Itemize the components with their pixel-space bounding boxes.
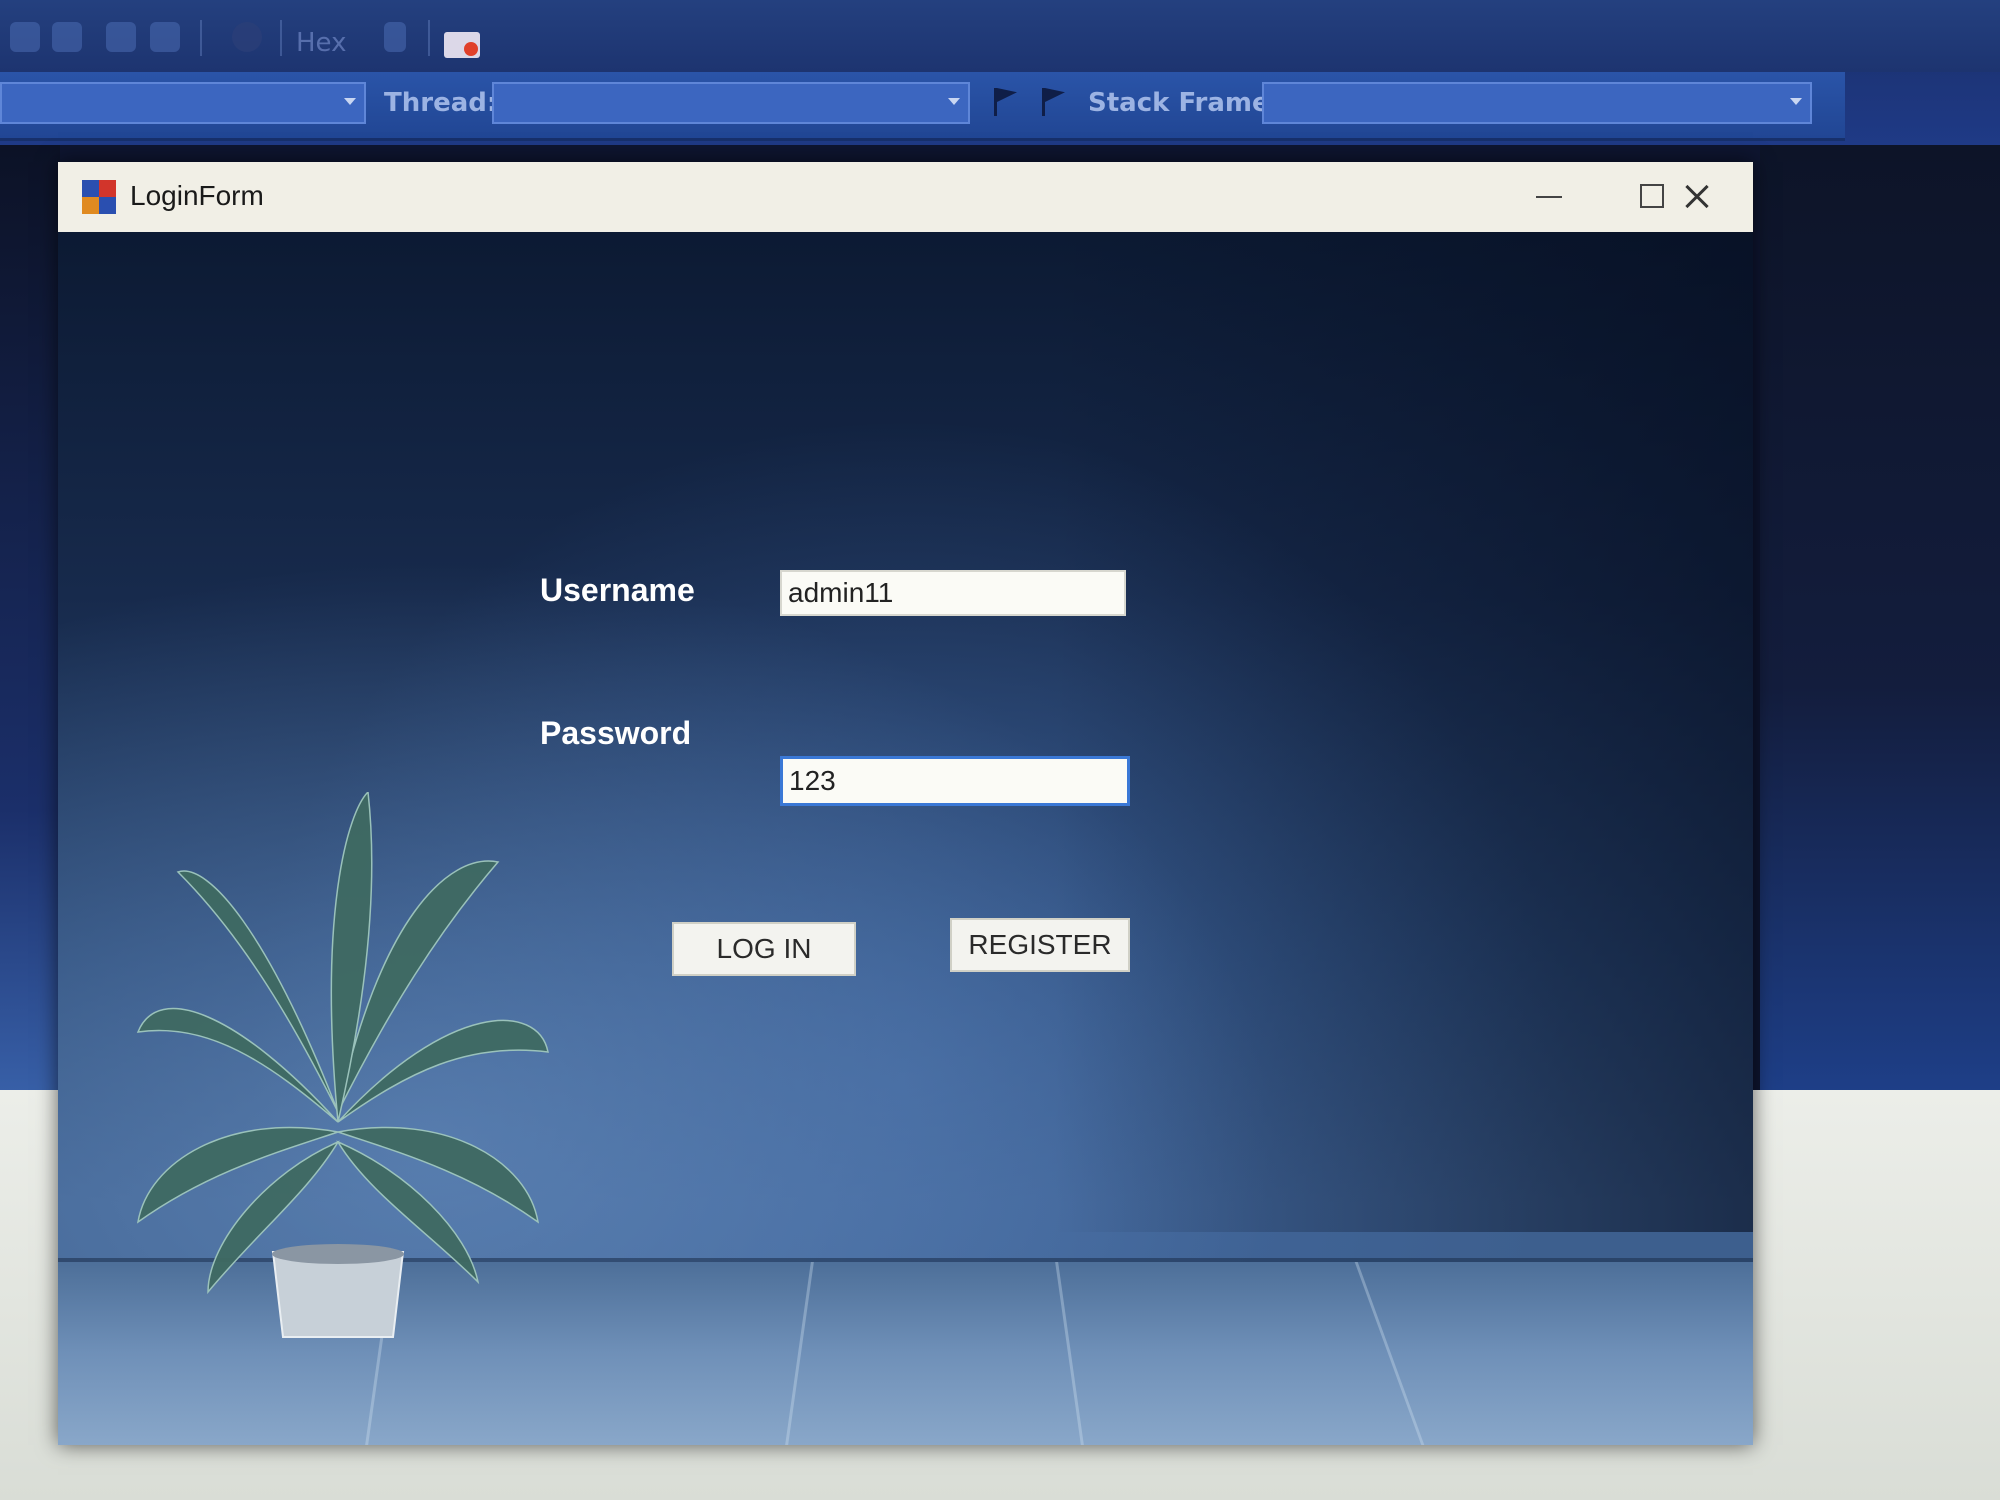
stack-frame-dropdown[interactable] [1262,82,1812,124]
background-shadow [1053,232,1753,1232]
window-title: LoginForm [130,180,264,211]
toolbar-separator [280,20,282,56]
stack-frame-label: Stack Frame: [1088,88,1281,118]
flags-icon[interactable] [1038,84,1068,118]
minimize-button[interactable] [1518,170,1578,222]
username-label: Username [540,572,695,608]
login-form-window: LoginForm Username admin11 Password 123 … [58,162,1753,1445]
ide-background-left [0,145,60,1095]
potted-plant-image [136,792,549,1338]
show-next-statement-icon[interactable] [384,22,406,52]
thread-dropdown[interactable] [492,82,970,124]
screenshot-icon[interactable] [444,32,480,58]
close-button[interactable] [1666,170,1726,222]
step-into-icon[interactable] [106,22,136,52]
toolbar-separator [428,20,430,56]
password-label: Password [540,715,692,751]
step-over-icon[interactable] [150,22,180,52]
breakpoint-icon[interactable] [232,22,262,52]
window-titlebar[interactable]: LoginForm [58,162,1753,233]
username-input[interactable] [780,570,1126,616]
thread-label: Thread: [384,88,498,118]
redo-icon[interactable] [52,22,82,52]
password-input[interactable] [780,756,1130,806]
undo-icon[interactable] [10,22,40,52]
chevron-down-icon [1790,98,1802,105]
chevron-down-icon [344,98,356,105]
ide-toolbar-row-debug: Hex [0,0,2000,72]
ide-toolbar-area: Hex Thread: Stack Frame: [0,0,2000,145]
hex-button[interactable]: Hex [296,28,346,58]
process-dropdown[interactable] [0,82,366,124]
chevron-down-icon [948,98,960,105]
login-button[interactable]: LOG IN [672,922,856,976]
toolbar-separator [200,20,202,56]
app-icon[interactable] [82,180,116,214]
flag-icon[interactable] [990,84,1020,118]
form-client-area: Username Password LOG IN REGISTER [58,232,1753,1445]
ide-toolbar-row-threads: Thread: Stack Frame: [0,72,1845,141]
register-button[interactable]: REGISTER [950,918,1130,972]
